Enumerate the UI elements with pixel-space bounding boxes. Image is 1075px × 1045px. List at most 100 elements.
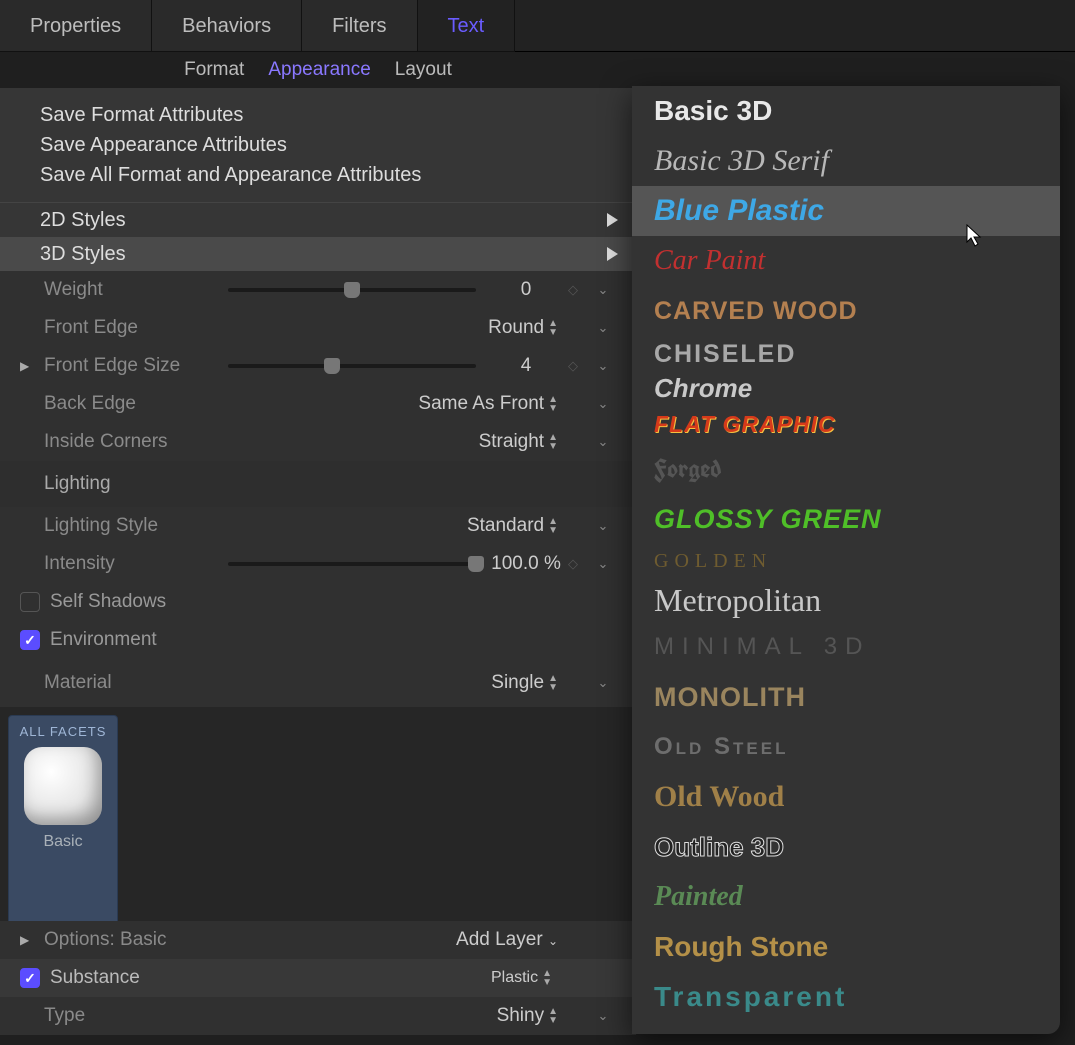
preset-popup: Save Format Attributes Save Appearance A…: [0, 88, 636, 203]
param-menu-icon[interactable]: ⌄: [584, 1008, 622, 1024]
style-preset-item[interactable]: Blue Plastic: [632, 186, 1060, 236]
param-menu-icon[interactable]: ⌄: [584, 282, 622, 298]
keyframe-diamond-icon[interactable]: ◇: [562, 282, 584, 298]
param-label: Front Edge Size: [44, 355, 214, 377]
param-menu-icon[interactable]: ⌄: [584, 396, 622, 412]
material-swatch[interactable]: ALL FACETS Basic: [8, 715, 118, 925]
param-menu-icon[interactable]: ⌄: [584, 518, 622, 534]
tab-filters[interactable]: Filters: [302, 0, 417, 52]
param-label: Intensity: [44, 553, 214, 575]
param-weight: Weight 0 ◇ ⌄: [0, 271, 636, 309]
subtab-appearance[interactable]: Appearance: [268, 59, 370, 81]
param-back-edge: Back Edge Same As Front▲▼ ⌄: [0, 385, 636, 423]
inside-corners-dropdown[interactable]: Straight▲▼: [214, 431, 562, 453]
style-preset-item[interactable]: Old Wood: [632, 772, 1060, 822]
param-menu-icon[interactable]: ⌄: [584, 358, 622, 374]
add-layer-dropdown[interactable]: Add Layer ⌄: [244, 929, 562, 951]
keyframe-diamond-icon[interactable]: ◇: [562, 556, 584, 572]
type-dropdown[interactable]: Shiny▲▼: [214, 1005, 562, 1027]
style-preset-item[interactable]: CARVED WOOD: [632, 286, 1060, 336]
material-preview-icon: [24, 747, 102, 825]
param-menu-icon[interactable]: ⌄: [584, 675, 622, 691]
substance-dropdown[interactable]: Plastic▲▼: [210, 969, 566, 987]
3d-styles-submenu: Basic 3DBasic 3D SerifBlue PlasticCar Pa…: [632, 86, 1060, 1034]
style-preset-item[interactable]: MINIMAL 3D: [632, 622, 1060, 672]
tab-properties[interactable]: Properties: [0, 0, 152, 52]
tab-behaviors[interactable]: Behaviors: [152, 0, 302, 52]
material-dropdown[interactable]: Single▲▼: [214, 672, 562, 694]
subtab-layout[interactable]: Layout: [395, 59, 452, 81]
subtab-format[interactable]: Format: [184, 59, 244, 81]
style-preset-item[interactable]: Rough Stone: [632, 922, 1060, 972]
intensity-value[interactable]: 100.0 %: [490, 553, 562, 575]
weight-value[interactable]: 0: [490, 279, 562, 301]
param-inside-corners: Inside Corners Straight▲▼ ⌄: [0, 423, 636, 461]
menu-3d-styles[interactable]: 3D Styles: [0, 237, 636, 271]
style-preset-item[interactable]: CHISELED: [632, 336, 1060, 372]
param-menu-icon[interactable]: ⌄: [584, 556, 622, 572]
param-self-shadows: Self Shadows: [0, 583, 636, 621]
submenu-arrow-icon: [607, 247, 618, 261]
param-menu-icon[interactable]: ⌄: [584, 434, 622, 450]
style-preset-item[interactable]: Basic 3D: [632, 86, 1060, 136]
style-preset-item[interactable]: Forged: [632, 444, 1060, 494]
section-lighting: Lighting: [0, 461, 636, 507]
style-preset-item[interactable]: FLAT GRAPHIC: [632, 404, 1060, 444]
front-edge-size-value[interactable]: 4: [490, 355, 562, 377]
param-label: Back Edge: [44, 393, 214, 415]
param-label: Lighting Style: [44, 515, 214, 537]
submenu-arrow-icon: [607, 213, 618, 227]
swatch-name: Basic: [43, 833, 82, 851]
param-type: Type Shiny▲▼ ⌄: [0, 997, 636, 1035]
keyframe-diamond-icon[interactable]: ◇: [562, 358, 584, 374]
param-label: Inside Corners: [44, 431, 214, 453]
style-preset-item[interactable]: Metropolitan: [632, 578, 1060, 622]
menu-save-appearance[interactable]: Save Appearance Attributes: [40, 130, 606, 160]
checkbox-label: Self Shadows: [50, 591, 166, 613]
front-edge-size-slider[interactable]: [228, 364, 476, 368]
param-environment: Environment: [0, 621, 636, 659]
menu-save-all[interactable]: Save All Format and Appearance Attribute…: [40, 160, 606, 190]
param-options: ▶ Options: Basic Add Layer ⌄: [0, 921, 636, 959]
style-preset-item[interactable]: Painted: [632, 872, 1060, 922]
style-preset-item[interactable]: Car Paint: [632, 236, 1060, 286]
checkbox-label: Substance: [50, 967, 200, 989]
param-label: Material: [44, 672, 214, 694]
style-preset-item[interactable]: GLOSSY GREEN: [632, 494, 1060, 544]
menu-2d-styles-label: 2D Styles: [40, 209, 126, 232]
param-lighting-style: Lighting Style Standard▲▼ ⌄: [0, 507, 636, 545]
param-front-edge: Front Edge Round▲▼ ⌄: [0, 309, 636, 347]
param-material: Material Single▲▼ ⌄: [0, 659, 636, 707]
param-label: Options: Basic: [44, 929, 244, 951]
style-preset-item[interactable]: Basic 3D Serif: [632, 136, 1060, 186]
inspector-panel: Save Format Attributes Save Appearance A…: [0, 88, 636, 1035]
environment-checkbox[interactable]: [20, 630, 40, 650]
inspector-tabs: Properties Behaviors Filters Text: [0, 0, 1075, 52]
substance-checkbox[interactable]: [20, 968, 40, 988]
intensity-slider[interactable]: [228, 562, 476, 566]
style-preset-item[interactable]: Transparent: [632, 972, 1060, 1022]
style-preset-item[interactable]: Chrome: [632, 372, 1060, 404]
disclosure-triangle-icon[interactable]: ▶: [20, 933, 29, 947]
param-menu-icon[interactable]: ⌄: [584, 320, 622, 336]
disclosure-triangle-icon[interactable]: ▶: [20, 359, 29, 373]
param-label: Weight: [44, 279, 214, 301]
style-preset-item[interactable]: Outline 3D: [632, 822, 1060, 872]
style-preset-item[interactable]: GOLDEN: [632, 544, 1060, 578]
text-subtabs: Format Appearance Layout: [0, 52, 636, 88]
front-edge-dropdown[interactable]: Round▲▼: [214, 317, 562, 339]
menu-2d-styles[interactable]: 2D Styles: [0, 203, 636, 237]
style-preset-item[interactable]: Old Steel: [632, 722, 1060, 772]
self-shadows-checkbox[interactable]: [20, 592, 40, 612]
tab-text[interactable]: Text: [418, 0, 516, 52]
lighting-style-dropdown[interactable]: Standard▲▼: [214, 515, 562, 537]
swatch-header: ALL FACETS: [20, 724, 107, 739]
menu-3d-styles-label: 3D Styles: [40, 243, 126, 266]
weight-slider[interactable]: [228, 288, 476, 292]
back-edge-dropdown[interactable]: Same As Front▲▼: [214, 393, 562, 415]
style-preset-item[interactable]: MONOLITH: [632, 672, 1060, 722]
checkbox-label: Environment: [50, 629, 157, 651]
menu-save-format[interactable]: Save Format Attributes: [40, 100, 606, 130]
param-intensity: Intensity 100.0 % ◇ ⌄: [0, 545, 636, 583]
param-label: Type: [44, 1005, 214, 1027]
